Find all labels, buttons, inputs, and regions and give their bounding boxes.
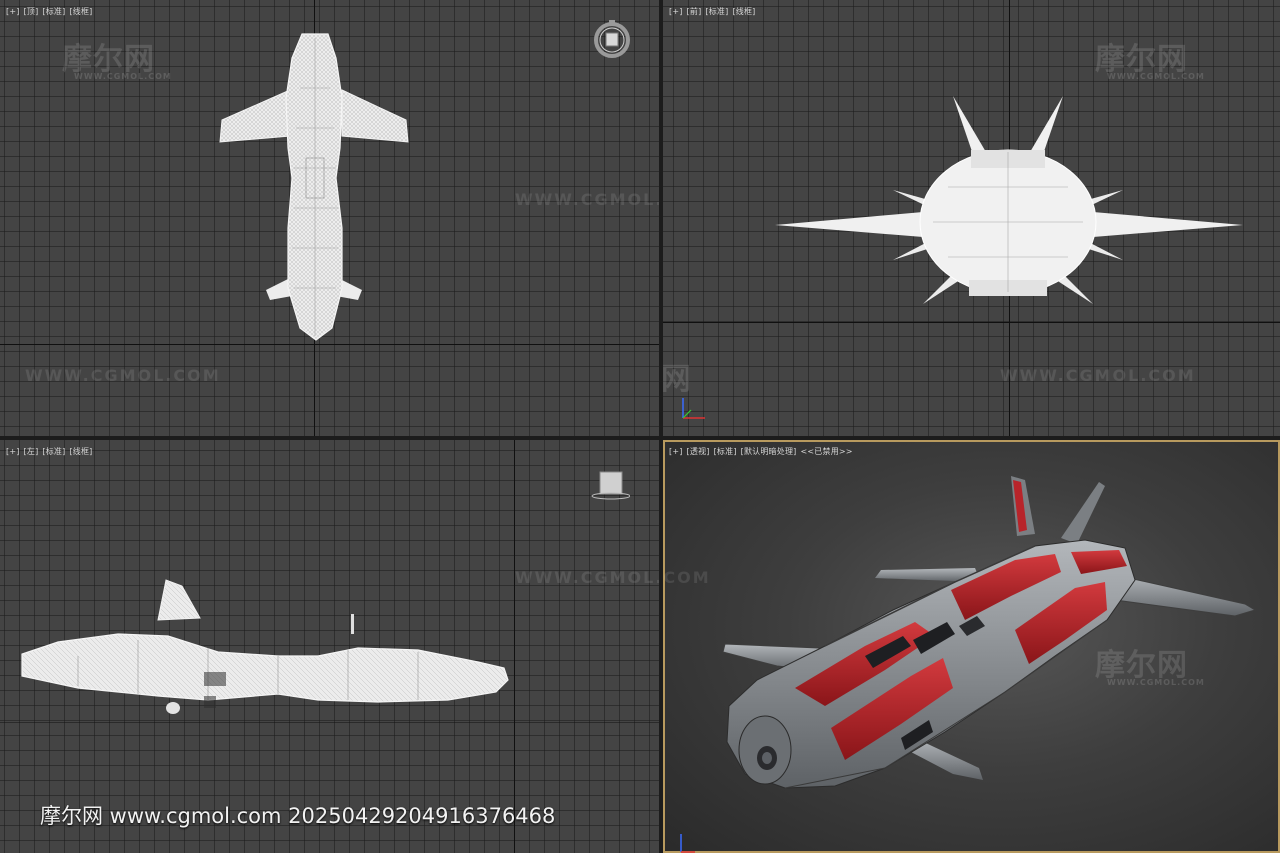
axis-tripod-icon [682,398,705,419]
watermark-en: WWW.CGMOL.COM [515,568,659,587]
viewport-label-front[interactable]: [+] [前] [标准] [线框] [669,6,759,17]
viewport-view-name[interactable]: [顶] [24,7,39,16]
viewport-left[interactable]: [+][左][标准][线框] 摩尔网 WWW.CGMOL.COM WWW.CGM… [0,440,659,853]
viewport-shading[interactable]: [线框] [732,7,755,16]
viewport-perspective[interactable]: [+] [透视] [标准] [默认明暗处理] <<已禁用>> 摩尔网 WWW.CGMOL… [663,440,1280,853]
viewport-label-top[interactable]: [+] [顶] [标准] [线框] [6,6,96,17]
ship-perspective-render[interactable] [715,470,1265,800]
watermark-cn: 摩尔网 [663,362,692,397]
watermark-footer-text: 摩尔网 www.cgmol.com 20250429204916376468 [40,804,556,828]
watermark-sub: WWW.CGMOL.COM [1107,72,1205,81]
viewport-front[interactable]: [+][前][标准][线框] 摩尔网 WWW.CGMOL.COM 摩尔网 WWW… [663,0,1280,436]
viewport-view-name[interactable]: [透视] [687,447,710,456]
viewport-shading[interactable]: [默认明暗处理] [741,447,797,456]
viewport-menu-plus[interactable]: [+] [6,7,20,16]
viewport-view-name[interactable]: [前] [687,7,702,16]
viewport-menu-plus[interactable]: [+] [669,7,683,16]
viewport-mode[interactable]: [标准] [705,7,728,16]
watermark-en: WWW.CGMOL.COM [1000,366,1196,385]
viewport-mode[interactable]: [标准] [714,447,737,456]
viewport-mode[interactable]: [标准] [42,447,65,456]
viewport-disabled-status[interactable]: <<已禁用>> [800,447,852,456]
viewport-mode[interactable]: [标准] [42,7,65,16]
viewport-shading[interactable]: [线框] [69,447,92,456]
viewcube-icon[interactable] [590,468,630,508]
grid-axis-y [514,440,515,853]
viewport-menu-plus[interactable]: [+] [6,447,20,456]
viewport-top[interactable]: [+] [顶] [标准] [线框] 摩尔网 WWW.CGMOL.COM WWW.CGM… [0,0,659,436]
viewport-view-name[interactable]: [左] [24,447,39,456]
watermark-sub: WWW.CGMOL.COM [74,72,172,81]
watermark-en: WWW.CGMOL.COM [515,190,659,209]
ship-top-wireframe[interactable] [210,28,420,346]
viewport-shading[interactable]: [线框] [69,7,92,16]
axis-tripod-icon [680,834,695,853]
viewcube-icon[interactable] [592,18,632,58]
watermark-en: WWW.CGMOL.COM [25,366,221,385]
ship-front-wireframe[interactable] [773,92,1248,322]
viewport-label-perspective[interactable]: [+] [透视] [标准] [默认明暗处理] <<已禁用>> [669,446,857,457]
viewport-menu-plus[interactable]: [+] [669,447,683,456]
viewport-label-left[interactable]: [+] [左] [标准] [线框] [6,446,96,457]
ship-side-wireframe[interactable] [18,576,512,724]
watermark-en: WWW.CGMOL.COM [663,568,711,587]
grid-axis-x [663,322,1280,323]
